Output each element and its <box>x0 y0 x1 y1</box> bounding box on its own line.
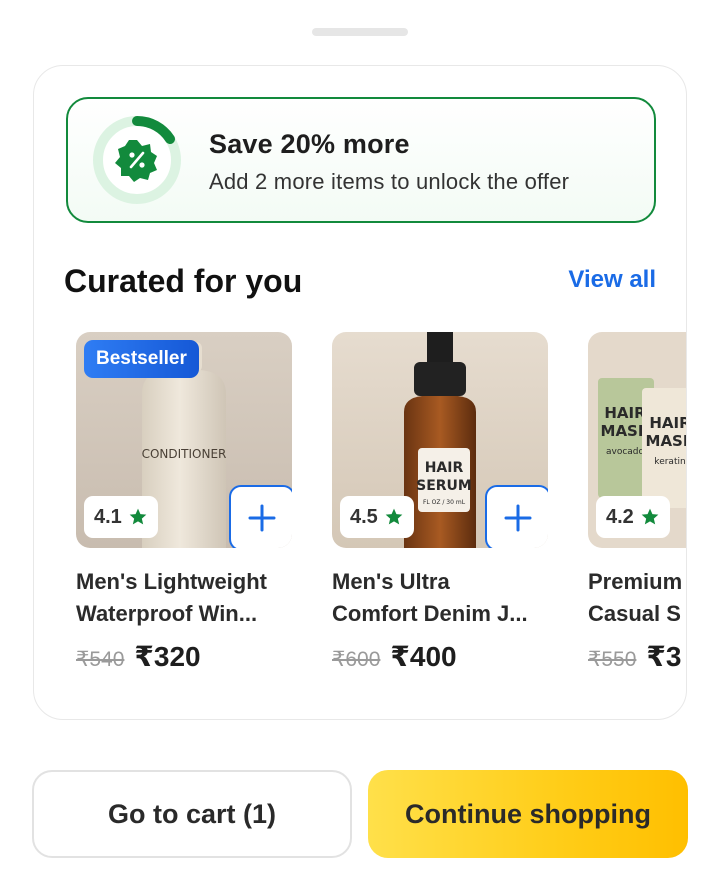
product-name: Men's Lightweight Waterproof Win... <box>76 566 306 630</box>
product-sale-price: ₹400 <box>390 641 457 672</box>
product-sale-price: ₹3 <box>646 641 682 672</box>
product-card[interactable]: CONDITIONER Bestseller 4.1 Men's Lightwe… <box>76 332 294 673</box>
plus-icon <box>504 504 532 532</box>
section-title: Curated for you <box>64 263 303 299</box>
add-to-cart-button[interactable] <box>229 485 292 548</box>
svg-text:CONDITIONER: CONDITIONER <box>142 447 227 461</box>
product-name-line2: Waterproof Win... <box>76 601 258 626</box>
product-name-line1: Men's Lightweight <box>76 569 267 594</box>
bestseller-badge: Bestseller <box>84 340 199 378</box>
product-price: ₹540 ₹320 <box>76 640 294 673</box>
product-name: Men's Ultra Comfort Denim J... <box>332 566 562 630</box>
svg-text:MASK: MASK <box>646 432 687 450</box>
rating-value: 4.1 <box>94 505 122 528</box>
star-icon <box>641 508 659 525</box>
svg-text:avocado: avocado <box>606 447 645 457</box>
product-name-line2: Comfort Denim J... <box>332 601 528 626</box>
rating-chip: 4.1 <box>84 496 158 538</box>
sheet-drag-handle[interactable] <box>312 28 408 36</box>
offer-subtitle: Add 2 more items to unlock the offer <box>209 169 570 194</box>
product-image: CONDITIONER Bestseller 4.1 <box>76 332 292 548</box>
product-card[interactable]: HAIR SERUM FL OZ / 30 mL 4.5 Men's Ultra… <box>332 332 550 673</box>
svg-text:HAIR: HAIR <box>425 460 464 476</box>
rating-chip: 4.5 <box>340 496 414 538</box>
svg-text:SERUM: SERUM <box>416 478 472 494</box>
offer-progress-ring <box>93 115 181 204</box>
rating-chip: 4.2 <box>596 496 670 538</box>
svg-text:keratin: keratin <box>654 457 685 467</box>
continue-shopping-button[interactable]: Continue shopping <box>368 770 688 858</box>
product-price: ₹550 ₹3 <box>588 640 686 673</box>
product-name-line2: Casual S <box>588 601 681 626</box>
offer-title: Save 20% more <box>209 129 410 159</box>
product-card[interactable]: HAIR MASK avocado HAIR MASK keratin 4.2 … <box>588 332 687 673</box>
go-to-cart-button[interactable]: Go to cart (1) <box>32 770 352 858</box>
curated-sheet-card: Save 20% more Add 2 more items to unlock… <box>33 65 687 720</box>
product-price: ₹600 ₹400 <box>332 640 550 673</box>
svg-text:HAIR: HAIR <box>649 414 687 432</box>
product-mrp: ₹600 <box>332 648 381 671</box>
svg-text:FL OZ / 30 mL: FL OZ / 30 mL <box>423 499 466 506</box>
product-image: HAIR MASK avocado HAIR MASK keratin 4.2 <box>588 332 687 548</box>
rating-value: 4.2 <box>606 505 634 528</box>
product-mrp: ₹550 <box>588 648 637 671</box>
add-to-cart-button[interactable] <box>485 485 548 548</box>
rating-value: 4.5 <box>350 505 378 528</box>
product-mrp: ₹540 <box>76 648 125 671</box>
svg-text:HAIR: HAIR <box>604 404 646 422</box>
product-image: HAIR SERUM FL OZ / 30 mL 4.5 <box>332 332 548 548</box>
star-icon <box>129 508 147 525</box>
product-sale-price: ₹320 <box>134 641 201 672</box>
offer-banner: Save 20% more Add 2 more items to unlock… <box>66 97 656 223</box>
plus-icon <box>248 504 276 532</box>
view-all-link[interactable]: View all <box>568 266 656 294</box>
product-name-line1: Premium <box>588 569 683 594</box>
product-name: Premium Casual S <box>588 566 686 630</box>
product-name-line1: Men's Ultra <box>332 569 450 594</box>
star-icon <box>385 508 403 525</box>
